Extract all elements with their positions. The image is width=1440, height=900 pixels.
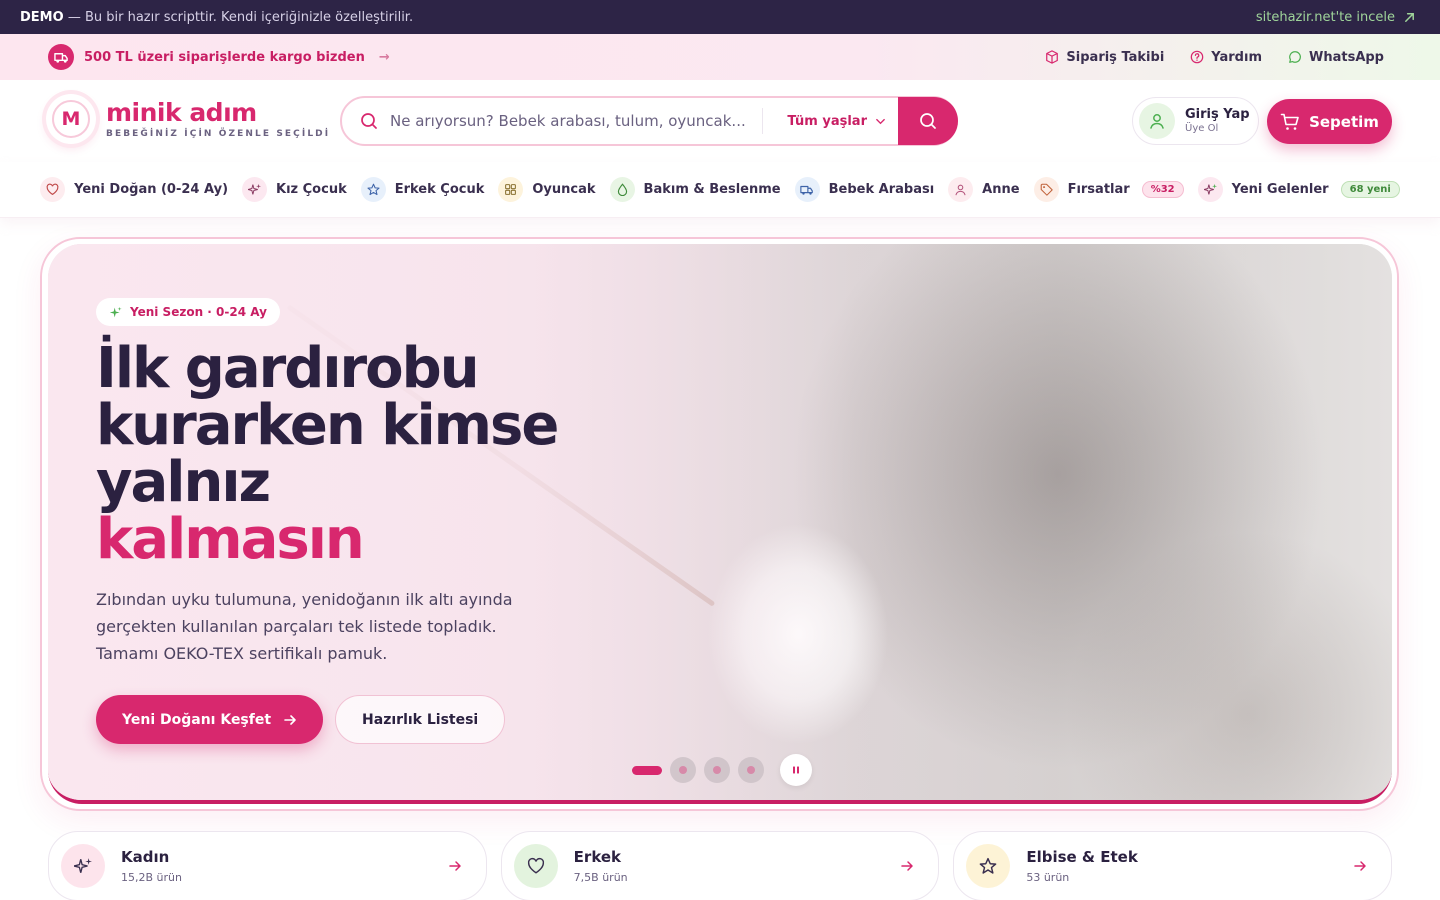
slide-dot-3[interactable]	[704, 757, 730, 783]
arrow-right-icon	[1354, 861, 1366, 871]
register-link[interactable]: Üye Ol	[1185, 123, 1250, 134]
site-header: M minik adım BEBEĞİNİZ İÇİN ÖZENLE SEÇİL…	[0, 80, 1440, 162]
nav-item-toys[interactable]: Oyuncak	[498, 177, 596, 202]
sparkle-icon	[1197, 177, 1223, 202]
nav-item-strollers[interactable]: Bebek Arabası	[794, 177, 934, 202]
arrow-right-icon	[284, 714, 296, 725]
whatsapp-link[interactable]: WhatsApp	[1288, 50, 1384, 65]
logo[interactable]: M minik adım BEBEĞİNİZ İÇİN ÖZENLE SEÇİL…	[46, 94, 330, 144]
search-bar: Tüm yaşlar	[340, 96, 958, 146]
explore-newborn-button[interactable]: Yeni Doğanı Keşfet	[96, 695, 324, 744]
prep-list-button[interactable]: Hazırlık Listesi	[335, 695, 506, 744]
arrow-right-icon	[448, 861, 461, 871]
hero-title-line1: İlk gardırobu	[96, 336, 480, 401]
nav-item-girls[interactable]: Kız Çocuk	[242, 177, 347, 202]
truck-icon	[794, 177, 820, 202]
new-arrivals-badge: 68 yeni	[1340, 181, 1400, 198]
age-filter-select[interactable]: Tüm yaşlar	[762, 108, 898, 134]
hero-title-line2: kurarken kimse	[96, 393, 559, 458]
demo-link-label: sitehazir.net'te incele	[1255, 9, 1395, 25]
slide-dot-1[interactable]	[632, 765, 662, 775]
nav-item-deals[interactable]: Fırsatlar %32	[1033, 177, 1184, 202]
logo-mark: M	[46, 94, 96, 144]
logo-tagline: BEBEĞİNİZ İÇİN ÖZENLE SEÇİLDİ	[106, 128, 331, 139]
nav-item-newborn[interactable]: Yeni Doğan (0-24 Ay)	[40, 177, 228, 202]
utility-links: Sipariş Takibi Yardım WhatsApp	[1045, 50, 1384, 65]
category-count: 7,5B ürün	[573, 871, 628, 884]
nav-item-new-arrivals[interactable]: Yeni Gelenler 68 yeni	[1197, 177, 1400, 202]
star-icon	[360, 177, 386, 202]
nav-item-boys[interactable]: Erkek Çocuk	[360, 177, 484, 202]
season-pill: Yeni Sezon · 0-24 Ay	[96, 298, 280, 326]
sparkle-icon	[242, 177, 268, 202]
category-name: Elbise & Etek	[1026, 848, 1138, 866]
pause-icon	[793, 766, 799, 774]
hero-title-accent: kalmasın	[96, 507, 365, 572]
season-pill-label: Yeni Sezon · 0-24 Ay	[130, 305, 267, 319]
package-icon	[1046, 50, 1059, 64]
sparkle-icon	[109, 306, 122, 317]
hero-title-line3: yalnız	[96, 450, 271, 515]
slide-dot-4[interactable]	[738, 757, 764, 783]
user-icon	[948, 177, 974, 202]
demo-text: — Bu bir hazır scripttir. Kendi içeriğin…	[67, 9, 414, 25]
user-icon	[1139, 103, 1175, 139]
promo-bar: 500 TL üzeri siparişlerde kargo bizden →…	[0, 34, 1440, 80]
login-button[interactable]: Giriş Yap Üye Ol	[1132, 97, 1259, 145]
truck-icon	[48, 44, 74, 70]
search-input[interactable]	[390, 98, 763, 144]
deals-badge: %32	[1141, 181, 1184, 198]
logo-letter: M	[52, 100, 90, 138]
hero-actions: Yeni Doğanı Keşfet Hazırlık Listesi	[96, 695, 557, 744]
category-card-dress-skirt[interactable]: Elbise & Etek 53 ürün	[953, 831, 1393, 900]
order-tracking-link[interactable]: Sipariş Takibi	[1045, 50, 1164, 65]
help-icon	[1190, 50, 1204, 64]
nav-item-care-feeding[interactable]: Bakım & Beslenme	[609, 177, 781, 202]
demo-notice: DEMO — Bu bir hazır scripttir. Kendi içe…	[20, 10, 413, 25]
category-card-men[interactable]: Erkek 7,5B ürün	[500, 831, 940, 900]
search-icon	[361, 113, 377, 129]
grid-icon	[498, 177, 524, 202]
heart-icon	[513, 844, 558, 888]
heart-icon	[40, 177, 66, 202]
search-button[interactable]	[898, 97, 958, 145]
hero-title: İlk gardırobu kurarken kimse yalnız kalm…	[96, 340, 559, 568]
pause-button[interactable]	[780, 754, 812, 786]
shipping-promo[interactable]: 500 TL üzeri siparişlerde kargo bizden →	[48, 44, 390, 70]
cart-button[interactable]: Sepetim	[1267, 99, 1392, 144]
category-card-women[interactable]: Kadın 15,2B ürün	[48, 831, 487, 900]
slider-controls	[632, 754, 812, 786]
shipping-text: 500 TL üzeri siparişlerde kargo bizden	[84, 49, 365, 65]
star-icon	[966, 844, 1011, 888]
category-name: Erkek	[573, 848, 622, 866]
sparkle-icon	[61, 844, 105, 888]
slide-dot-2[interactable]	[670, 757, 696, 783]
demo-label: DEMO	[20, 9, 64, 25]
login-title: Giriş Yap	[1185, 107, 1250, 123]
arrow-right-icon	[901, 861, 914, 871]
arrow-right-icon: →	[378, 49, 390, 65]
hero-content: Yeni Sezon · 0-24 Ay İlk gardırobu kurar…	[96, 298, 559, 744]
help-link[interactable]: Yardım	[1190, 50, 1262, 65]
category-nav: Yeni Doğan (0-24 Ay) Kız Çocuk Erkek Çoc…	[0, 162, 1440, 218]
category-count: 53 ürün	[1026, 871, 1070, 884]
cart-icon	[1280, 113, 1299, 130]
hero-slider: Yeni Sezon · 0-24 Ay İlk gardırobu kurar…	[48, 244, 1392, 804]
category-count: 15,2B ürün	[121, 871, 182, 884]
hero-description: Zıbından uyku tulumuna, yenidoğanın ilk …	[96, 590, 513, 663]
chat-icon	[1289, 51, 1301, 63]
demo-external-link[interactable]: sitehazir.net'te incele	[1256, 10, 1416, 25]
category-cards: Kadın 15,2B ürün Erkek 7,5B ürün Elbise …	[48, 831, 1393, 900]
logo-name: minik adım	[106, 97, 257, 127]
external-arrow-icon	[1405, 12, 1414, 22]
tag-icon	[1033, 177, 1059, 202]
search-icon	[920, 113, 936, 129]
category-name: Kadın	[121, 848, 170, 866]
cart-label: Sepetim	[1309, 112, 1379, 131]
age-filter-value: Tüm yaşlar	[787, 113, 867, 129]
nav-item-mother[interactable]: Anne	[948, 177, 1020, 202]
chevron-down-icon	[876, 118, 885, 124]
drop-icon	[609, 177, 635, 202]
demo-bar: DEMO — Bu bir hazır scripttir. Kendi içe…	[0, 0, 1440, 34]
